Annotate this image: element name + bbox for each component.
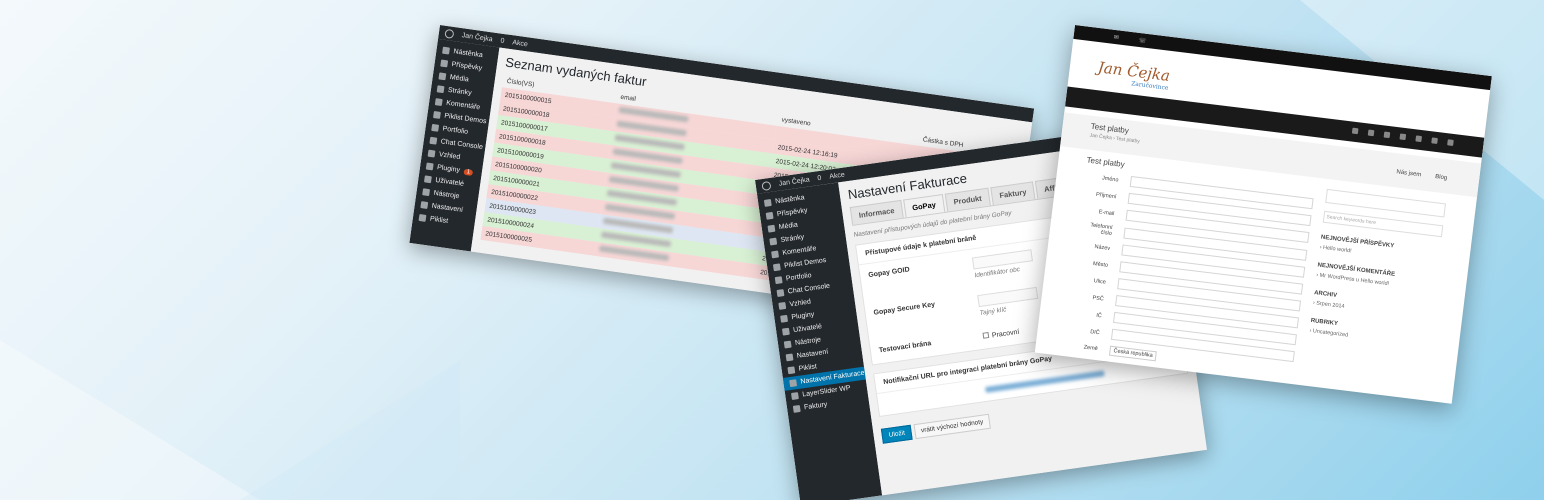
menu-icon [776,289,785,298]
menu-icon [783,340,792,349]
save-button[interactable]: Uložit [880,424,913,444]
sidebar-item-label: Uživatelé [792,323,823,335]
sidebar-item-label: Stránky [447,86,472,98]
menu-icon [431,123,440,132]
bg-shape [240,360,460,500]
menu-icon [780,314,789,323]
menu-icon [765,211,774,220]
wordpress-logo-icon[interactable] [761,180,772,191]
menu-icon [427,149,436,158]
menu-icon [432,110,441,119]
sidebar-item-label: Faktury [803,401,828,412]
menu-icon [434,98,443,107]
tab-gopay[interactable]: GoPay [903,194,945,218]
menu-icon [791,392,799,400]
sidebar-item-label: Nastavení [431,202,464,214]
comments-count[interactable]: 0 [500,37,505,44]
sidebar-item-label: Portfolio [442,125,469,136]
sidebar-item-label: Pluginy [791,311,815,322]
menu-icon [767,224,776,233]
menu-icon [789,379,798,388]
field-label: Město [1092,260,1109,269]
field-label: Ulice [1093,277,1107,286]
sidebar-item-label: Vzhled [438,151,461,162]
country-select[interactable]: Česká republika [1108,345,1158,362]
menu-icon [436,85,445,94]
country-label: Země [1083,344,1099,353]
menu-icon [785,353,794,362]
menu-icon [422,188,431,197]
menu-icon [774,276,783,285]
menu-icon [772,263,781,272]
menu-icon [442,46,450,55]
test-gateway-label: Testovací brána [878,340,932,355]
secure-key-label: Gopay Secure Key [873,301,936,317]
menu-icon [418,213,427,222]
menu-icon [429,136,438,145]
tab-informace[interactable]: Informace [849,199,904,225]
wordpress-logo-icon[interactable] [444,28,455,39]
menu-icon [771,250,780,259]
field-label: Jméno [1101,174,1119,183]
tab-produkt[interactable]: Produkt [944,187,991,212]
sidebar-item-label: Média [449,73,470,84]
add-new-link[interactable]: Akce [512,39,528,48]
sidebar-item-label: Pluginy [436,164,461,175]
sidebar-item-label: Příspěvky [451,61,483,73]
menu-icon [787,366,796,375]
test-gateway-value: Pracovní [991,328,1020,340]
google-plus-icon[interactable] [1383,131,1391,139]
menu-icon [423,175,432,184]
field-label: Název [1094,243,1111,252]
sidebar-item-label: Nástěnka [774,194,806,206]
sidebar-item-label: Portfolio [785,272,813,283]
update-badge: 1 [463,168,474,176]
nav-link[interactable]: Blog [1435,174,1448,181]
field-label: Telefonní číslo [1090,222,1113,238]
menu-icon [792,404,801,413]
sidebar-item-label: Nástroje [794,336,822,347]
tab-faktury[interactable]: Faktury [990,181,1036,206]
menu-icon [763,198,772,207]
sidebar-item-label: Uživatelé [434,176,465,188]
menu-icon [778,301,787,310]
sidebar-item-label: Piklist [798,363,818,373]
field-label: Příjmení [1095,191,1117,200]
vimeo-icon[interactable] [1447,139,1454,146]
twitter-icon[interactable] [1351,127,1359,135]
menu-icon [438,72,447,81]
frontend-screenshot: ✉ ☏ Jan Čejka Zaručovince Test platby Jan … [1034,25,1492,404]
menu-icon [425,162,434,171]
sidebar-item-label: Piklist [429,215,449,225]
site-logo[interactable]: Jan Čejka Zaručovince [1096,58,1171,92]
linkedin-icon[interactable] [1399,133,1407,141]
menu-icon [781,327,790,336]
facebook-icon[interactable] [1367,129,1375,137]
site-sidebar: Search keywords here NEJNOVĚJŠÍ PŘÍSPĚVK… [1309,188,1447,349]
goid-label: Gopay GOID [867,266,911,280]
field-label: IČ [1095,312,1103,319]
add-new-link[interactable]: Akce [829,171,845,180]
test-gateway-checkbox[interactable] [982,331,990,339]
field-label: E-mail [1098,208,1115,217]
reset-button[interactable]: vrátit výchozí hodnoty [913,413,992,440]
site-name-link[interactable]: Jan Čejka [461,32,493,43]
field-label: DIČ [1089,328,1101,336]
site-name-link[interactable]: Jan Čejka [778,176,810,187]
comments-count[interactable]: 0 [817,174,822,181]
menu-icon [769,237,778,246]
sidebar-item-label: Nástroje [433,189,460,201]
youtube-icon[interactable] [1431,137,1438,145]
sidebar-item-label: Vzhled [789,298,812,309]
menu-icon [420,201,429,210]
field-label: PSČ [1092,294,1105,303]
menu-icon [440,59,449,68]
sidebar-item-label: Média [778,221,799,232]
sidebar-item-label: Nástěnka [452,48,484,60]
sidebar-item-label: Stránky [780,233,805,244]
bg-shape [0,340,260,500]
pinterest-icon[interactable] [1415,135,1423,143]
